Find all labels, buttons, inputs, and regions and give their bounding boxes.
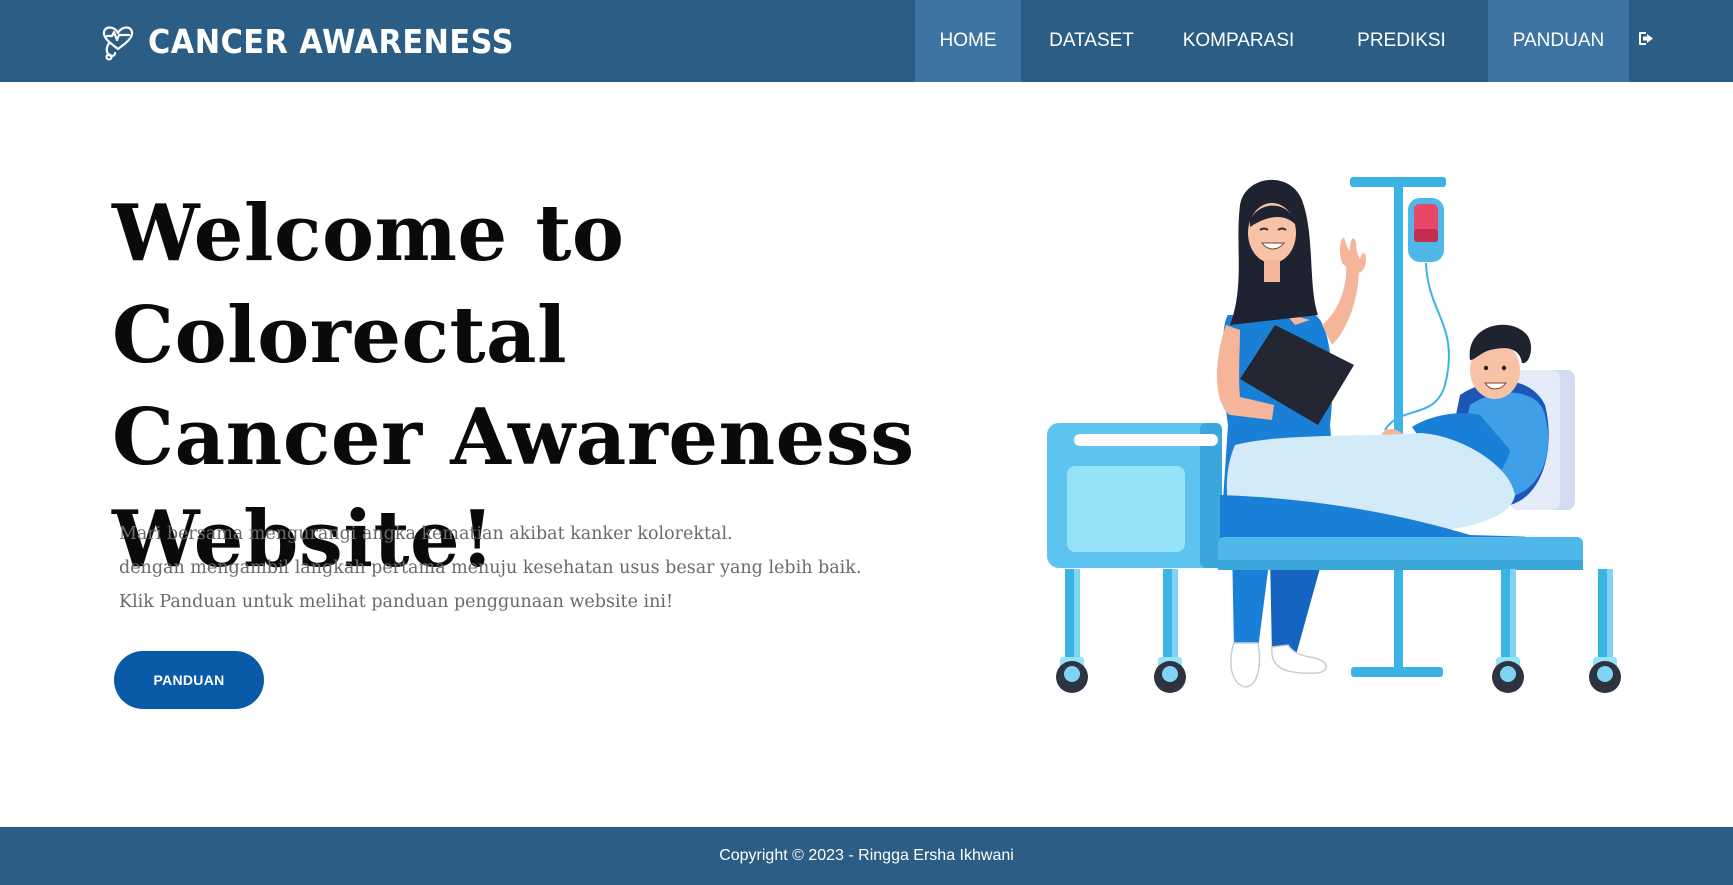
sign-out-icon xyxy=(1638,31,1655,51)
main-nav: HOME DATASET KOMPARASI PREDIKSI PANDUAN xyxy=(915,0,1663,82)
footer: Copyright © 2023 - Ringga Ersha Ikhwani xyxy=(0,827,1733,885)
brand-title: CANCER AWARENESS xyxy=(148,21,514,61)
brand[interactable]: CANCER AWARENESS xyxy=(100,0,546,82)
hero-description: Mari bersama mengurangi angka kematian a… xyxy=(119,517,919,619)
hero-title-line: Cancer Awareness xyxy=(112,392,915,483)
hero-description-line: Mari bersama mengurangi angka kematian a… xyxy=(119,524,733,544)
nav-panduan[interactable]: PANDUAN xyxy=(1488,0,1629,82)
nav-komparasi[interactable]: KOMPARASI xyxy=(1162,0,1315,82)
hero-title-line: Welcome to Colorectal xyxy=(112,188,625,381)
heart-stethoscope-icon xyxy=(100,21,136,61)
nav-dataset[interactable]: DATASET xyxy=(1021,0,1162,82)
navbar: CANCER AWARENESS HOME DATASET KOMPARASI … xyxy=(0,0,1733,82)
hero-description-line: dengan mengambil langkah pertama menuju … xyxy=(119,558,862,578)
nav-home[interactable]: HOME xyxy=(915,0,1021,82)
hero-description-line: Klik Panduan untuk melihat panduan pengg… xyxy=(119,592,674,612)
nurse-patient-illustration xyxy=(1040,165,1630,705)
copyright-text: Copyright © 2023 - Ringga Ersha Ikhwani xyxy=(719,847,1014,864)
panduan-button[interactable]: PANDUAN xyxy=(114,651,264,709)
logout-button[interactable] xyxy=(1629,0,1663,82)
nav-prediksi[interactable]: PREDIKSI xyxy=(1315,0,1488,82)
